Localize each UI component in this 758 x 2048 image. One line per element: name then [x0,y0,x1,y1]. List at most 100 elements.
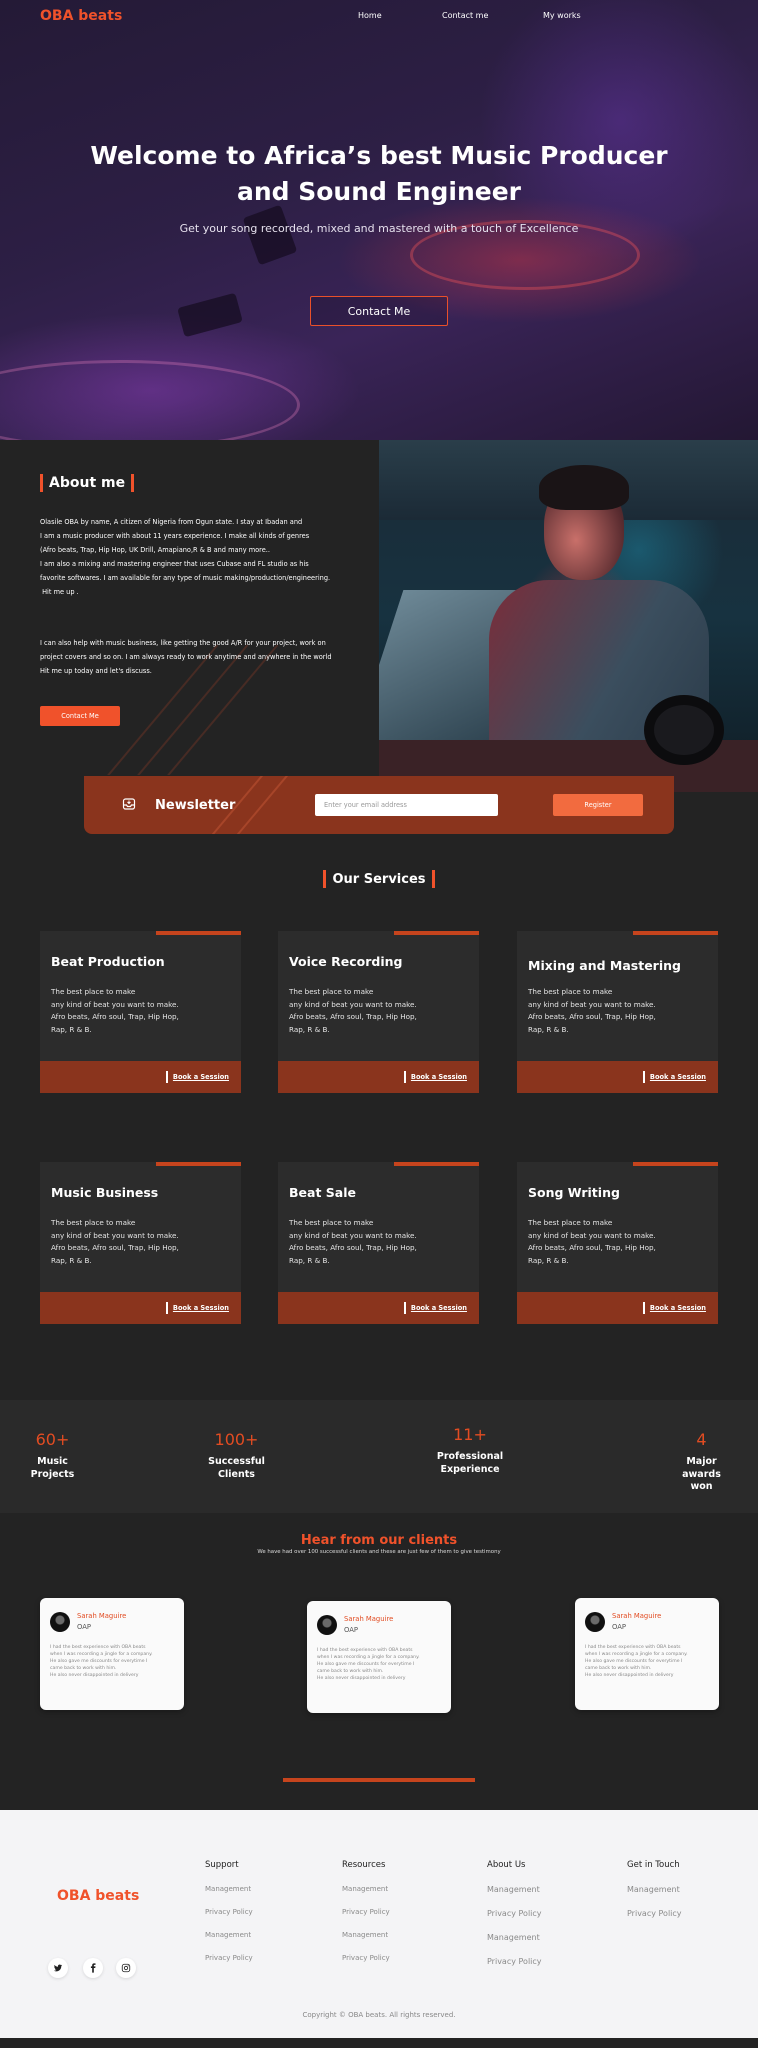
testimonials-subtitle: We have had over 100 successful clients … [257,1549,501,1555]
about-line: Olasile OBA by name, A citizen of Nigeri… [40,518,303,526]
book-session-link[interactable]: Book a Session [642,1302,706,1314]
stat-label: Major awards won [682,1456,721,1492]
card-accent-bar [394,931,479,935]
heading-accent-bar [431,870,435,888]
book-session-link[interactable]: Book a Session [403,1071,467,1083]
footer-link[interactable]: Management [627,1885,682,1894]
service-title: Beat Production [51,954,165,969]
bottom-strip [0,2038,758,2048]
testimonial-name: Sarah Maguire [77,1612,127,1620]
avatar [585,1612,605,1632]
service-description: The best place to make any kind of beat … [289,1218,417,1265]
copyright: Copyright © OBA beats. All rights reserv… [302,2011,456,2019]
services-heading: Our Services [0,870,758,888]
footer-link[interactable]: Privacy Policy [205,1908,253,1916]
newsletter-register-button[interactable]: Register [553,794,643,816]
footer-link[interactable]: Privacy Policy [205,1954,253,1962]
stat-successful-clients: 100+ Successful Clients [199,1430,274,1481]
about-line: favorite softwares. I am available for a… [40,574,331,582]
turntable-decoration [0,360,300,440]
facebook-icon[interactable] [83,1958,103,1978]
footer: OBA beats Support Management Privacy Pol… [0,1810,758,2038]
service-card-mixing-mastering: Mixing and Mastering The best place to m… [517,931,718,1093]
nav-link-home[interactable]: Home [358,11,382,20]
service-card-footer: Book a Session [278,1292,479,1324]
about-contact-button[interactable]: Contact Me [40,706,120,726]
about-line: I am a music producer with about 11 year… [40,532,310,540]
twitter-icon[interactable] [48,1958,68,1978]
heading-accent-bar [323,870,327,888]
footer-link[interactable]: Management [487,1885,542,1894]
producer-photo [379,440,758,792]
footer-column-heading: About Us [487,1860,526,1870]
card-accent-bar [633,1162,718,1166]
hero-title: Welcome to Africa’s best Music Producer … [0,138,758,210]
heading-accent-bar [40,474,43,492]
hero-contact-button[interactable]: Contact Me [310,296,448,326]
service-title: Song Writing [528,1185,620,1200]
stat-number: 60+ [35,1430,70,1449]
newsletter-email-input[interactable] [315,794,498,816]
book-session-link[interactable]: Book a Session [642,1071,706,1083]
testimonial-name: Sarah Maguire [612,1612,662,1620]
footer-link[interactable]: Management [342,1885,390,1893]
service-card-song-writing: Song Writing The best place to make any … [517,1162,718,1324]
hero-title-line2: and Sound Engineer [236,177,522,206]
heading-accent-bar [131,474,135,492]
footer-link[interactable]: Privacy Policy [627,1909,682,1918]
service-card-footer: Book a Session [278,1061,479,1093]
about-heading-text: About me [49,475,126,491]
footer-link[interactable]: Management [205,1885,253,1893]
newsletter-bar: Newsletter Register [84,776,674,834]
testimonial-card: Sarah Maguire OAP I had the best experie… [575,1598,719,1710]
about-line: Hit me up today and let's discuss. [40,667,152,675]
testimonial-quote: I had the best experience with OBA beats… [317,1648,420,1681]
footer-link[interactable]: Management [205,1931,253,1939]
stat-label: Successful Clients [208,1456,265,1480]
newsletter-title: Newsletter [155,798,236,813]
footer-column-heading: Get in Touch [627,1860,680,1870]
footer-logo[interactable]: OBA beats [57,1888,139,1904]
service-card-beat-sale: Beat Sale The best place to make any kin… [278,1162,479,1324]
book-session-link[interactable]: Book a Session [165,1071,229,1083]
service-card-footer: Book a Session [517,1061,718,1093]
service-card-footer: Book a Session [517,1292,718,1324]
footer-link[interactable]: Management [487,1933,542,1942]
footer-link[interactable]: Privacy Policy [487,1957,542,1966]
testimonial-card: Sarah Maguire OAP I had the best experie… [307,1601,451,1713]
footer-link[interactable]: Management [342,1931,390,1939]
avatar [317,1615,337,1635]
service-card-voice-recording: Voice Recording The best place to make a… [278,931,479,1093]
footer-column-support: Support Management Privacy Policy Manage… [205,1860,253,1977]
nav-link-works[interactable]: My works [543,11,581,20]
service-description: The best place to make any kind of beat … [51,1218,179,1265]
instagram-icon[interactable] [116,1958,136,1978]
service-title: Music Business [51,1185,159,1200]
about-line: (Afro beats, Trap, Hip Hop, UK Drill, Am… [40,546,271,554]
footer-link[interactable]: Privacy Policy [487,1909,542,1918]
card-accent-bar [156,931,241,935]
testimonial-quote: I had the best experience with OBA beats… [50,1645,153,1678]
service-description: The best place to make any kind of beat … [289,987,417,1034]
stat-number: 11+ [453,1425,487,1444]
footer-link[interactable]: Privacy Policy [342,1954,390,1962]
services-heading-text: Our Services [332,871,426,887]
testimonial-name: Sarah Maguire [344,1615,394,1623]
card-accent-bar [156,1162,241,1166]
stat-number: 100+ [214,1430,259,1449]
service-title: Voice Recording [289,954,403,969]
book-session-link[interactable]: Book a Session [165,1302,229,1314]
hero-title-line1: Welcome to Africa’s best Music Producer [90,141,668,170]
mixer-knob-decoration [177,292,243,338]
hero-subtitle: Get your song recorded, mixed and master… [179,222,579,235]
testimonials-title: Hear from our clients [300,1533,458,1548]
about-line: project covers and so on. I am always re… [40,653,332,661]
book-session-link[interactable]: Book a Session [403,1302,467,1314]
card-accent-bar [394,1162,479,1166]
mixer-knob-decoration [242,204,298,266]
about-heading: About me [40,474,135,492]
footer-link[interactable]: Privacy Policy [342,1908,390,1916]
nav-logo[interactable]: OBA beats [40,8,122,24]
nav-link-contact[interactable]: Contact me [442,11,488,20]
stat-label: Professional Experience [436,1451,504,1475]
